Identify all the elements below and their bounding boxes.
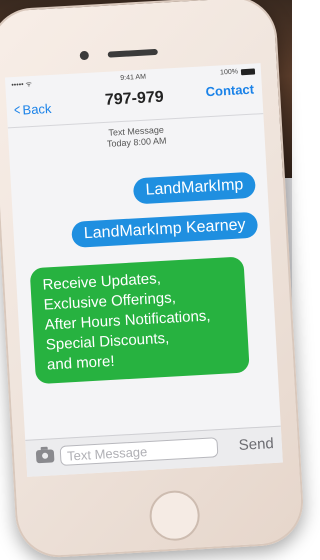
battery-icon xyxy=(240,67,256,75)
battery-status: 100% xyxy=(219,67,256,77)
phone-screen: ••••• ᯤ 9:41 AM 100% < Back 797-979 Cont… xyxy=(4,63,283,477)
camera-icon[interactable] xyxy=(35,449,55,464)
message-input[interactable] xyxy=(59,437,219,466)
contact-button[interactable]: Contact xyxy=(205,82,254,100)
home-button[interactable] xyxy=(148,489,202,543)
received-message-bubble[interactable]: Receive Updates, Exclusive Offerings, Af… xyxy=(29,256,250,385)
phone-mockup: ••••• ᯤ 9:41 AM 100% < Back 797-979 Cont… xyxy=(0,0,307,560)
send-button[interactable]: Send xyxy=(238,435,274,454)
sent-message-bubble[interactable]: LandMarkImp xyxy=(132,171,257,205)
battery-percent: 100% xyxy=(219,68,239,77)
earpiece-speaker xyxy=(107,48,158,58)
sent-message-bubble[interactable]: LandMarkImp Kearney xyxy=(71,211,259,248)
front-camera-icon xyxy=(79,50,90,61)
